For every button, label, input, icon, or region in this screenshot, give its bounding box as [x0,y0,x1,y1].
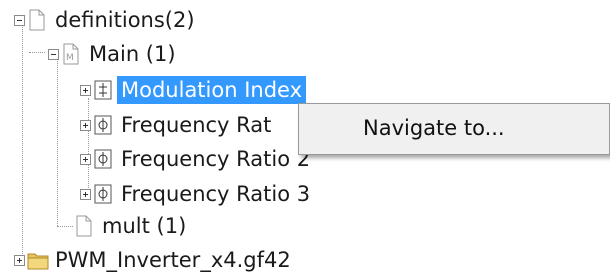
menu-item-navigate-to[interactable]: Navigate to... [303,108,605,148]
phi-node-icon [93,148,113,170]
expand-toggle-icon[interactable] [14,254,25,266]
context-menu: Navigate to... [298,103,610,155]
node-label: PWM_Inverter_x4.gf42 [55,248,291,272]
menu-item-label: Navigate to... [363,116,505,140]
expand-toggle-icon[interactable] [80,119,91,131]
svg-text:M: M [66,53,74,63]
document-icon [74,215,94,237]
tree-node-mult[interactable]: mult (1) [74,210,190,242]
tree-line [22,20,23,264]
tree-node-definitions[interactable]: definitions(2) [14,4,199,36]
tree-node-frequency-ratio-2[interactable]: Frequency Ratio 2 [80,143,314,175]
folder-icon [27,249,49,271]
expand-toggle-icon[interactable] [80,153,91,165]
node-label: Frequency Ratio 3 [121,182,311,206]
node-label: mult (1) [102,214,187,238]
node-label: Main (1) [89,42,176,66]
node-label: Modulation Index [117,76,307,104]
node-label: Frequency Rat [121,113,272,137]
tree-line [29,52,45,53]
expand-toggle-icon[interactable] [80,188,91,200]
modulation-node-icon [93,79,113,101]
expand-toggle-icon[interactable] [80,84,91,96]
node-label: Frequency Ratio 2 [121,147,311,171]
tree-node-frequency-ratio-1[interactable]: Frequency Rat [80,109,275,141]
phi-node-icon [93,114,113,136]
collapse-toggle-icon[interactable] [48,48,59,60]
node-label: definitions(2) [55,8,195,32]
phi-node-icon [93,183,113,205]
tree-line [57,56,58,226]
tree-node-modulation-index[interactable]: Modulation Index [80,74,307,106]
tree-line [57,226,73,227]
module-doc-icon: M [61,43,81,65]
tree-node-frequency-ratio-3[interactable]: Frequency Ratio 3 [80,178,314,210]
collapse-toggle-icon[interactable] [14,14,25,26]
tree-node-main[interactable]: M Main (1) [48,38,180,70]
tree-node-pwm-inverter[interactable]: PWM_Inverter_x4.gf42 [14,244,295,276]
document-icon [27,9,47,31]
